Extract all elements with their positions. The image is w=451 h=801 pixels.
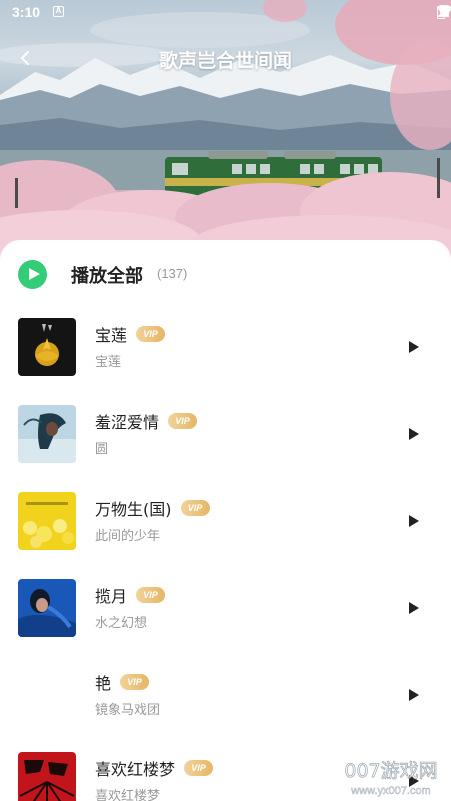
song-title: 喜欢红楼梦 — [95, 760, 176, 779]
play-icon[interactable] — [407, 427, 421, 441]
play-all-button[interactable]: 播放全部 (137) — [0, 240, 451, 306]
play-icon[interactable] — [407, 774, 421, 788]
song-row[interactable]: 宝莲 VIP 宝莲 — [0, 306, 451, 392]
album-cover — [18, 752, 76, 801]
song-title-row: 万物生(国) VIP — [95, 496, 210, 520]
song-title: 揽月 — [95, 587, 128, 606]
status-bar: 3:10 A — [0, 0, 451, 26]
song-row[interactable]: 羞涩爱情 VIP 圆 — [0, 393, 451, 479]
song-title: 宝莲 — [95, 326, 128, 345]
song-row[interactable]: 喜欢红楼梦 VIP 喜欢红楼梦 — [0, 740, 451, 801]
album-cover — [18, 666, 76, 724]
song-title: 羞涩爱情 — [95, 413, 160, 432]
song-title-row: 揽月 VIP — [95, 583, 166, 607]
song-title: 万物生(国) — [95, 500, 172, 519]
nav-bar: 歌声岂合世间闻 — [0, 38, 451, 78]
album-cover — [18, 579, 76, 637]
play-all-label: 播放全部 — [71, 266, 143, 287]
song-artist: 喜欢红楼梦 — [95, 789, 161, 801]
vip-badge: VIP — [120, 674, 150, 690]
page-title: 歌声岂合世间闻 — [158, 50, 292, 72]
song-artist: 水之幻想 — [95, 616, 148, 631]
song-row[interactable]: 艳 VIP 镜象马戏团 — [0, 654, 451, 740]
vip-badge: VIP — [180, 500, 210, 516]
song-list-card: 播放全部 (137) 宝莲 VIP 宝莲 羞涩爱情 VIP 圆 万物生(国) V… — [0, 240, 451, 801]
vip-badge: VIP — [184, 760, 214, 776]
battery-icon — [437, 5, 445, 19]
song-title-row: 艳 VIP — [95, 670, 150, 694]
header-banner: 3:10 A 歌声岂合世间闻 — [0, 0, 451, 270]
play-icon[interactable] — [407, 340, 421, 354]
album-cover — [18, 318, 76, 376]
play-icon[interactable] — [407, 688, 421, 702]
play-circle-icon — [18, 260, 47, 289]
song-title-row: 羞涩爱情 VIP — [95, 409, 198, 433]
song-row[interactable]: 万物生(国) VIP 此间的少年 — [0, 480, 451, 566]
song-title-row: 喜欢红楼梦 VIP — [95, 756, 214, 780]
vip-badge: VIP — [136, 587, 166, 603]
song-artist: 镜象马戏团 — [95, 703, 161, 718]
song-artist: 此间的少年 — [95, 529, 161, 544]
song-artist: 圆 — [95, 442, 109, 457]
album-cover — [18, 492, 76, 550]
status-time: 3:10 — [12, 4, 41, 20]
notification-icon: A — [53, 6, 64, 17]
song-row[interactable]: 揽月 VIP 水之幻想 — [0, 567, 451, 653]
song-title: 艳 — [95, 674, 112, 693]
album-cover — [18, 405, 76, 463]
song-artist: 宝莲 — [95, 355, 122, 370]
song-title-row: 宝莲 VIP — [95, 322, 166, 346]
play-icon[interactable] — [407, 601, 421, 615]
vip-badge: VIP — [136, 326, 166, 342]
play-icon[interactable] — [407, 514, 421, 528]
song-count: (137) — [157, 266, 188, 281]
vip-badge: VIP — [168, 413, 198, 429]
